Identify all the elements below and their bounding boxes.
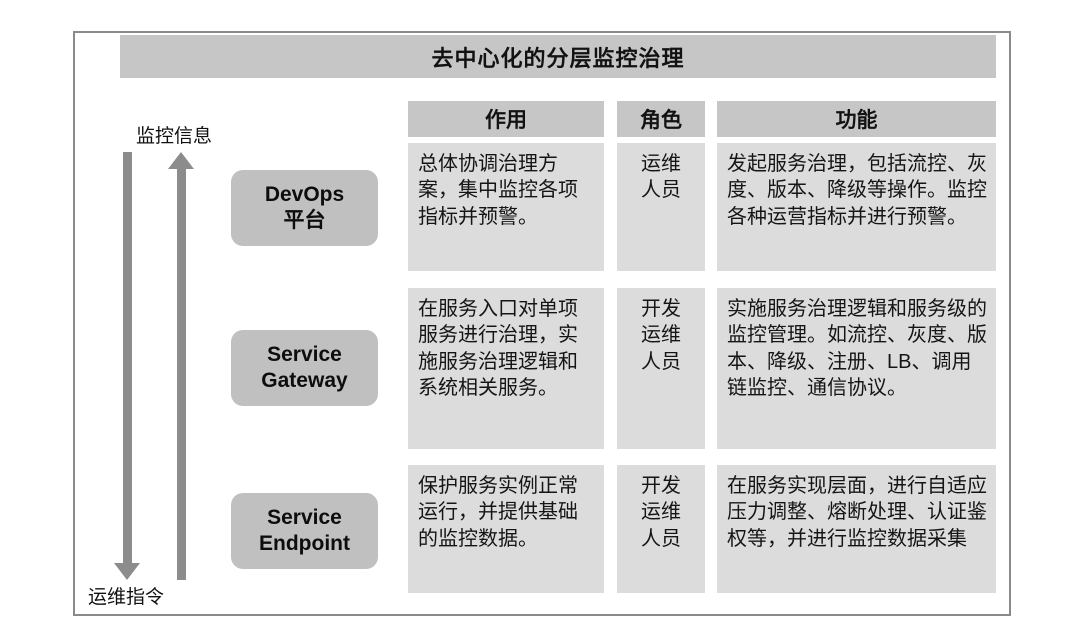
diagram-title-bar: 去中心化的分层监控治理 <box>120 35 996 78</box>
column-header-function: 功能 <box>717 101 996 137</box>
cell-function-row2: 实施服务治理逻辑和服务级的监控管理。如流控、灰度、版本、降级、注册、LB、调用链… <box>717 288 996 449</box>
ops-command-arrow <box>114 152 140 580</box>
node-label-line2: Gateway <box>261 369 348 392</box>
arrow-head-up-icon <box>168 152 194 169</box>
cell-role-row1: 总体协调治理方案，集中监控各项指标并预警。 <box>408 143 604 271</box>
node-label-line2: 平台 <box>283 209 326 232</box>
cell-role-row3: 保护服务实例正常运行，并提供基础的监控数据。 <box>408 465 604 593</box>
arrow-shaft <box>123 152 132 563</box>
monitor-info-arrow <box>168 152 194 580</box>
column-header-role: 作用 <box>408 101 604 137</box>
node-label-line2: Endpoint <box>259 532 350 555</box>
monitor-info-label: 监控信息 <box>136 126 213 147</box>
cell-function-row1: 发起服务治理，包括流控、灰度、版本、降级等操作。监控各种运营指标并进行预警。 <box>717 143 996 271</box>
node-service-gateway[interactable]: Service Gateway <box>231 330 378 406</box>
cell-role-row2: 在服务入口对单项服务进行治理，实施服务治理逻辑和系统相关服务。 <box>408 288 604 449</box>
diagram-canvas: 去中心化的分层监控治理 监控信息 运维指令 作用 角色 功能 DevOps 平台… <box>0 0 1080 636</box>
cell-actor-row3: 开发 运维 人员 <box>617 465 705 593</box>
node-label-line1: DevOps <box>264 183 345 207</box>
cell-function-row3: 在服务实现层面，进行自适应压力调整、熔断处理、认证鉴权等，并进行监控数据采集 <box>717 465 996 593</box>
node-label-line1: Service <box>267 506 342 530</box>
arrow-head-down-icon <box>114 563 140 580</box>
column-header-actor: 角色 <box>617 101 705 137</box>
node-service-endpoint[interactable]: Service Endpoint <box>231 493 378 569</box>
arrow-shaft <box>177 169 186 580</box>
cell-actor-row2: 开发 运维 人员 <box>617 288 705 449</box>
node-label-line1: Service <box>267 343 342 367</box>
page-title: 去中心化的分层监控治理 <box>431 45 685 71</box>
ops-command-label: 运维指令 <box>88 587 165 608</box>
node-devops-platform[interactable]: DevOps 平台 <box>231 170 378 246</box>
cell-actor-row1: 运维 人员 <box>617 143 705 271</box>
